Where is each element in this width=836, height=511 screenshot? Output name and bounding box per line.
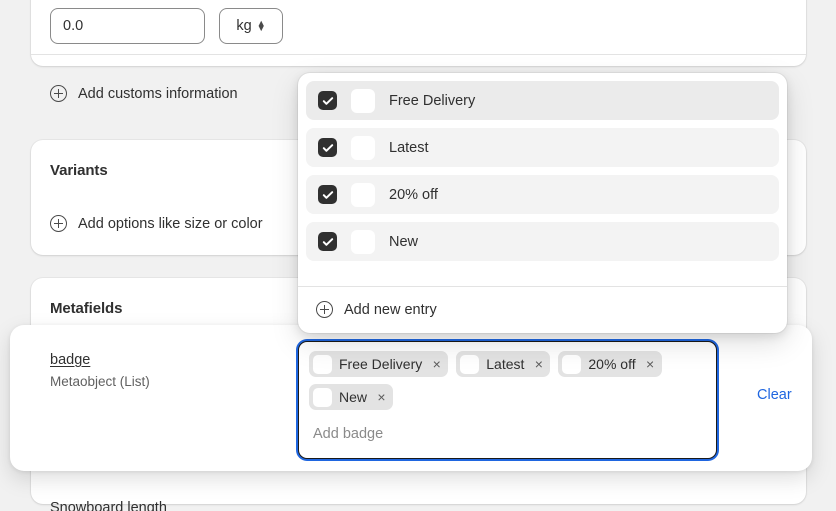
tag-thumbnail (313, 387, 332, 407)
add-new-entry-label: Add new entry (344, 301, 437, 318)
option-row[interactable]: Latest (306, 128, 779, 167)
option-thumbnail (351, 182, 375, 207)
chevron-updown-icon: ▲ ▼ (256, 18, 266, 33)
plus-circle-icon (50, 215, 67, 232)
tag-label: New (339, 389, 368, 405)
badge-tag[interactable]: New × (309, 384, 394, 410)
badge-tag-input[interactable]: Free Delivery × Latest × 20% off × New × Add ba… (298, 341, 717, 459)
shipping-card-divider (31, 54, 806, 55)
remove-tag-icon[interactable]: × (531, 357, 546, 371)
badge-tag[interactable]: Latest × (456, 351, 551, 377)
badge-options-dropdown: Free Delivery Latest 20% off New Add new en… (298, 73, 787, 333)
option-label: New (389, 233, 419, 250)
clear-button[interactable]: Clear (757, 387, 792, 403)
plus-circle-icon (316, 301, 333, 318)
badge-tag-list: Free Delivery × Latest × 20% off × New × (309, 351, 706, 410)
tag-label: 20% off (588, 356, 636, 372)
add-options-button[interactable]: Add options like size or color (50, 215, 263, 232)
add-customs-information-label: Add customs information (78, 85, 238, 102)
checkbox-checked-icon[interactable] (318, 138, 337, 157)
weight-input-value: 0.0 (63, 18, 84, 34)
add-options-label: Add options like size or color (78, 215, 263, 232)
page-root: 0.0 kg ▲ ▼ Add customs information Varian… (0, 0, 836, 511)
option-label: Free Delivery (389, 92, 476, 109)
option-row[interactable]: 20% off (306, 175, 779, 214)
option-row[interactable]: New (306, 222, 779, 261)
plus-circle-icon (50, 85, 67, 102)
remove-tag-icon[interactable]: × (374, 390, 389, 404)
badge-tag[interactable]: Free Delivery × (309, 351, 449, 377)
remove-tag-icon[interactable]: × (429, 357, 444, 371)
option-label: Latest (389, 139, 429, 156)
snowboard-length-label: Snowboard length (50, 500, 167, 511)
options-list: Free Delivery Latest 20% off New (306, 81, 779, 261)
checkbox-checked-icon[interactable] (318, 91, 337, 110)
option-row[interactable]: Free Delivery (306, 81, 779, 120)
add-customs-information-button[interactable]: Add customs information (50, 85, 238, 102)
variants-title: Variants (50, 162, 108, 179)
remove-tag-icon[interactable]: × (643, 357, 658, 371)
tag-thumbnail (460, 354, 480, 374)
badge-input-placeholder: Add badge (313, 426, 384, 442)
tag-thumbnail (313, 354, 332, 374)
add-new-entry-button[interactable]: Add new entry (316, 301, 437, 318)
weight-unit-select[interactable]: kg ▲ ▼ (219, 8, 283, 44)
weight-row: 0.0 kg ▲ ▼ (50, 8, 283, 44)
option-thumbnail (351, 88, 375, 113)
badge-field-link[interactable]: badge (50, 352, 90, 368)
tag-thumbnail (562, 354, 582, 374)
badge-tag[interactable]: 20% off × (558, 351, 662, 377)
shipping-card: 0.0 kg ▲ ▼ (31, 0, 806, 66)
option-label: 20% off (389, 186, 438, 203)
tag-label: Free Delivery (339, 356, 423, 372)
tag-label: Latest (486, 356, 525, 372)
metafields-title: Metafields (50, 300, 123, 317)
checkbox-checked-icon[interactable] (318, 232, 337, 251)
badge-field-type: Metaobject (List) (50, 374, 150, 389)
checkbox-checked-icon[interactable] (318, 185, 337, 204)
option-thumbnail (351, 135, 375, 160)
weight-unit-value: kg (236, 18, 252, 34)
option-thumbnail (351, 229, 375, 254)
weight-input[interactable]: 0.0 (50, 8, 205, 44)
dropdown-divider (298, 286, 787, 287)
